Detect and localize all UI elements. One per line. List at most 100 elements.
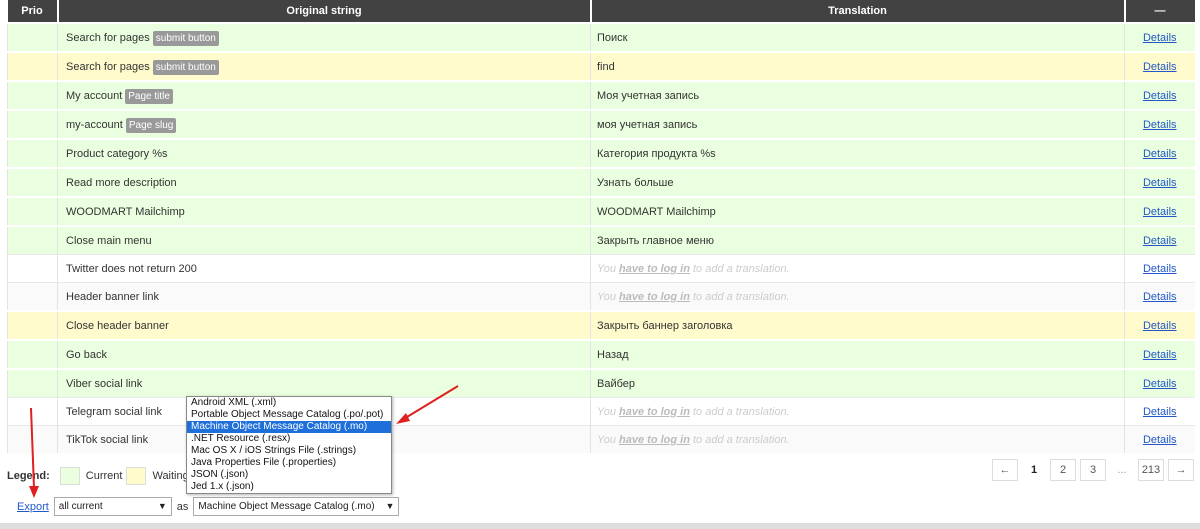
export-link[interactable]: Export	[17, 501, 49, 513]
table-row[interactable]: Search for pages submit button find Details	[7, 51, 1195, 81]
translation-cell[interactable]: WOODMART Mailchimp	[590, 196, 1125, 226]
original-text: Search for pages	[66, 31, 150, 44]
details-link[interactable]: Details	[1143, 177, 1177, 189]
chevron-down-icon: ▼	[385, 501, 395, 511]
context-badge: submit button	[152, 30, 219, 46]
details-link[interactable]: Details	[1143, 235, 1177, 247]
details-link[interactable]: Details	[1143, 90, 1177, 102]
original-cell: My account Page title	[57, 80, 591, 110]
original-text: Telegram social link	[66, 405, 162, 418]
details-link[interactable]: Details	[1143, 61, 1177, 73]
context-badge: Page slug	[125, 117, 177, 133]
translation-cell[interactable]: Узнать больше	[590, 167, 1125, 197]
details-cell: Details	[1124, 397, 1195, 426]
format-dropdown-list[interactable]: Android XML (.xml) Portable Object Messag…	[186, 396, 392, 494]
translation-cell[interactable]: Назад	[590, 339, 1125, 369]
details-link[interactable]: Details	[1143, 119, 1177, 131]
page-3[interactable]: 3	[1080, 459, 1106, 481]
details-link[interactable]: Details	[1143, 263, 1177, 275]
details-cell: Details	[1124, 254, 1195, 283]
login-prompt-pre: You	[597, 262, 620, 275]
login-prompt-pre: You	[597, 290, 620, 303]
details-cell: Details	[1124, 196, 1195, 226]
format-option[interactable]: Machine Object Message Catalog (.mo)	[187, 421, 391, 433]
annotation-arrow-export	[29, 407, 39, 498]
details-link[interactable]: Details	[1143, 32, 1177, 44]
details-link[interactable]: Details	[1143, 148, 1177, 160]
prio-cell	[7, 225, 58, 255]
translation-cell[interactable]: Моя учетная запись	[590, 80, 1125, 110]
details-link[interactable]: Details	[1143, 434, 1177, 446]
translation-text: Моя учетная запись	[597, 89, 700, 102]
details-link[interactable]: Details	[1143, 406, 1177, 418]
table-row[interactable]: Header banner link You have to log in to …	[7, 282, 1195, 311]
details-cell: Details	[1124, 225, 1195, 255]
table-row[interactable]: My account Page title Моя учетная запись De…	[7, 80, 1195, 110]
table-row[interactable]: Read more description Узнать больше Detail…	[7, 167, 1195, 197]
format-option[interactable]: Java Properties File (.properties)	[187, 457, 391, 469]
col-prio[interactable]: Prio	[7, 0, 58, 23]
pagination: ← 1 2 3 ... 213 →	[992, 459, 1194, 481]
export-filter-select[interactable]: all current ▼	[53, 497, 172, 516]
login-prompt: You have to log in to add a translation.	[597, 434, 790, 446]
translations-table: Prio Original string Translation — Searc…	[7, 0, 1195, 453]
translation-cell[interactable]: Закрыть главное меню	[590, 225, 1125, 255]
format-option[interactable]: Mac OS X / iOS Strings File (.strings)	[187, 445, 391, 457]
col-original[interactable]: Original string	[56, 0, 591, 23]
format-option[interactable]: Portable Object Message Catalog (.po/.po…	[187, 409, 391, 421]
translation-text: find	[597, 60, 615, 73]
page-last[interactable]: 213	[1138, 459, 1164, 481]
legend-waiting-swatch	[126, 467, 147, 485]
login-prompt-post: to add a translation.	[689, 433, 790, 446]
translation-cell[interactable]: find	[590, 51, 1125, 81]
details-link[interactable]: Details	[1143, 378, 1177, 390]
export-bar: Export all current ▼ as Machine Object M…	[17, 497, 400, 516]
login-link[interactable]: have to log in	[619, 406, 690, 418]
login-prompt: You have to log in to add a translation.	[597, 291, 790, 303]
table-row[interactable]: Close header banner Закрыть баннер заголо…	[7, 310, 1195, 340]
translation-text: WOODMART Mailchimp	[597, 205, 716, 218]
next-page-button[interactable]: →	[1168, 459, 1194, 481]
login-link[interactable]: have to log in	[619, 434, 690, 446]
translation-cell[interactable]: Поиск	[590, 22, 1125, 52]
format-option[interactable]: Jed 1.x (.json)	[187, 481, 391, 493]
original-text: Go back	[66, 348, 107, 361]
table-row[interactable]: Twitter does not return 200 You have to l…	[7, 254, 1195, 283]
original-cell: Twitter does not return 200	[57, 254, 591, 283]
bottom-scrollbar[interactable]	[0, 523, 1200, 529]
prio-cell	[7, 254, 58, 283]
table-row[interactable]: Go back Назад Details	[7, 339, 1195, 369]
format-option[interactable]: Android XML (.xml)	[187, 397, 391, 409]
table-row[interactable]: WOODMART Mailchimp WOODMART Mailchimp Deta…	[7, 196, 1195, 226]
login-prompt-post: to add a translation.	[689, 262, 790, 275]
export-format-select[interactable]: Machine Object Message Catalog (.mo) ▼	[193, 497, 400, 516]
format-option[interactable]: JSON (.json)	[187, 469, 391, 481]
login-prompt: You have to log in to add a translation.	[597, 406, 790, 418]
prev-page-button[interactable]: ←	[992, 459, 1018, 481]
table-row[interactable]: Close main menu Закрыть главное меню Detai…	[7, 225, 1195, 255]
login-link[interactable]: have to log in	[619, 291, 690, 303]
details-link[interactable]: Details	[1143, 291, 1177, 303]
details-link[interactable]: Details	[1143, 349, 1177, 361]
table-row[interactable]: Search for pages submit button Поиск Detail…	[7, 22, 1195, 52]
original-cell: my-account Page slug	[57, 109, 591, 139]
translation-cell[interactable]: Категория продукта %s	[590, 138, 1125, 168]
translation-cell[interactable]: Вайбер	[590, 368, 1125, 398]
prio-cell	[7, 282, 58, 311]
original-cell: Close main menu	[57, 225, 591, 255]
details-link[interactable]: Details	[1143, 206, 1177, 218]
translation-cell[interactable]: моя учетная запись	[590, 109, 1125, 139]
format-option[interactable]: .NET Resource (.resx)	[187, 433, 391, 445]
details-cell: Details	[1124, 51, 1195, 81]
original-cell: Read more description	[57, 167, 591, 197]
collapse-toggle[interactable]: —	[1123, 0, 1195, 23]
page-2[interactable]: 2	[1050, 459, 1076, 481]
table-row[interactable]: Viber social link Вайбер Details	[7, 368, 1195, 398]
login-link[interactable]: have to log in	[619, 263, 690, 275]
prio-cell	[7, 339, 58, 369]
table-row[interactable]: Product category %s Категория продукта %s…	[7, 138, 1195, 168]
table-row[interactable]: my-account Page slug моя учетная запись Det…	[7, 109, 1195, 139]
col-translation[interactable]: Translation	[589, 0, 1125, 23]
details-link[interactable]: Details	[1143, 320, 1177, 332]
translation-cell[interactable]: Закрыть баннер заголовка	[590, 310, 1125, 340]
